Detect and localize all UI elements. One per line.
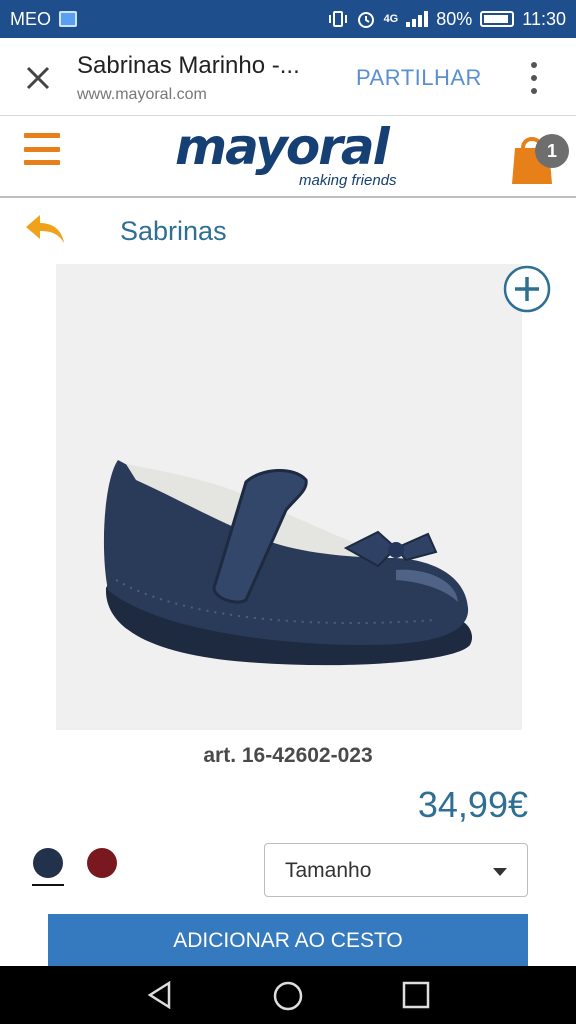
brand-logo[interactable]: mayoral making friends xyxy=(175,116,415,198)
article-number: art. 16-42602-023 xyxy=(203,744,373,767)
signal-icon xyxy=(406,11,429,27)
product-price: 34,99€ xyxy=(417,784,528,825)
back-arrow-icon[interactable] xyxy=(24,211,66,245)
add-to-cart-button[interactable]: ADICIONAR AO CESTO xyxy=(48,914,528,968)
page-url: www.mayoral.com xyxy=(77,86,207,103)
size-select[interactable]: Tamanho xyxy=(264,843,528,897)
size-select-label: Tamanho xyxy=(285,859,372,882)
nav-recent-apps-icon[interactable] xyxy=(402,981,430,1009)
logo-wordmark: mayoral xyxy=(175,118,390,176)
status-bar: MEO 4G 80% 11:30 xyxy=(0,0,576,38)
logo-tagline: making friends xyxy=(299,172,397,189)
cart-count-badge: 1 xyxy=(535,134,569,168)
browser-toolbar: Sabrinas Marinho -... www.mayoral.com PA… xyxy=(0,38,576,116)
category-title[interactable]: Sabrinas xyxy=(120,216,227,247)
battery-icon xyxy=(480,11,515,27)
network-type: 4G xyxy=(383,13,399,25)
selected-color-indicator xyxy=(32,884,64,886)
clock: 11:30 xyxy=(522,8,566,29)
battery-percent: 80% xyxy=(436,8,473,29)
color-swatch-navy[interactable] xyxy=(33,848,63,878)
page-title: Sabrinas Marinho -... xyxy=(77,52,300,79)
system-navigation-bar xyxy=(0,966,576,1024)
close-icon[interactable] xyxy=(22,62,54,94)
nav-home-icon[interactable] xyxy=(272,980,304,1012)
carrier-label: MEO xyxy=(10,8,52,29)
menu-icon[interactable] xyxy=(24,133,60,165)
more-options-icon[interactable] xyxy=(527,62,541,94)
zoom-plus-icon[interactable] xyxy=(503,265,551,313)
notification-icon xyxy=(59,11,78,27)
color-swatch-wine[interactable] xyxy=(87,848,117,878)
shoe-illustration xyxy=(103,460,473,666)
site-header: mayoral making friends 1 xyxy=(0,116,576,198)
vibrate-icon xyxy=(328,11,347,27)
nav-back-icon[interactable] xyxy=(145,980,175,1010)
share-button[interactable]: PARTILHAR xyxy=(356,65,482,91)
alarm-icon xyxy=(357,12,374,28)
chevron-down-icon xyxy=(493,868,507,876)
